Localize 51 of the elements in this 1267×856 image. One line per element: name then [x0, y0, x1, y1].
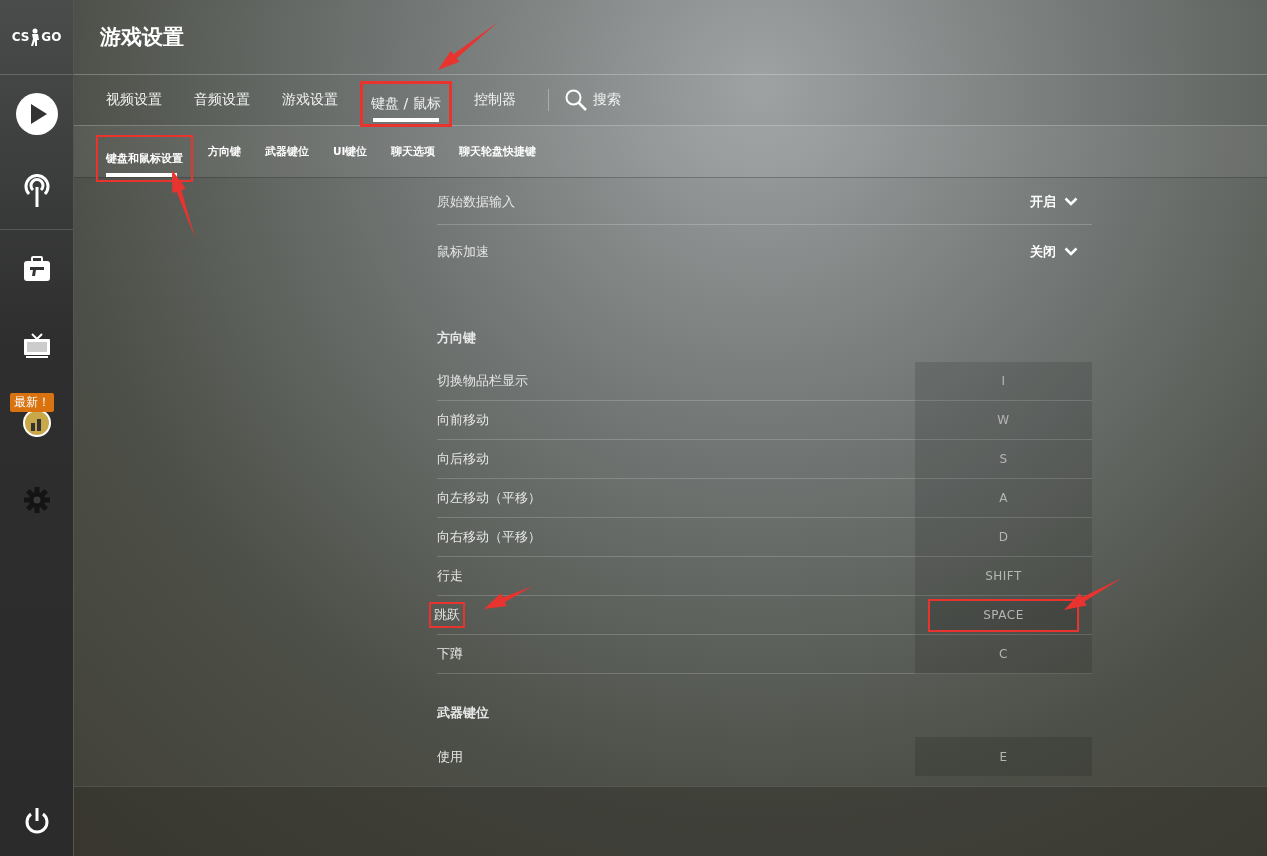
key-binding[interactable]: A [915, 478, 1092, 518]
section-heading: 武器键位 [437, 704, 489, 722]
briefcase-icon[interactable] [22, 255, 51, 282]
subcategory-tab[interactable]: UI键位 [324, 126, 377, 177]
setting-label: 鼠标加速 [437, 243, 489, 261]
subcategory-tab[interactable]: 聊天轮盘快捷键 [450, 126, 546, 177]
key-binding[interactable]: SPACE [928, 598, 1079, 632]
settings-tab[interactable]: 视频设置 [96, 75, 172, 125]
chevron-down-icon [1064, 247, 1078, 257]
soldier-icon [30, 28, 41, 46]
search-button[interactable]: 搜索 [564, 75, 621, 125]
key-binding[interactable]: SHIFT [915, 556, 1092, 596]
annotation-arrow [172, 170, 195, 238]
setting-label: 向左移动（平移） [437, 489, 541, 507]
settings-tab[interactable]: 键盘 / 鼠标 [360, 81, 452, 127]
setting-label: 向右移动（平移） [437, 528, 541, 546]
annotation-arrow [484, 586, 533, 609]
new-badge: 最新！ [10, 393, 54, 412]
settings-tab[interactable]: 控制器 [463, 75, 526, 125]
logo-text: GO [41, 30, 62, 44]
setting-label: 向后移动 [437, 450, 489, 468]
subcategory-tab[interactable]: 武器键位 [256, 126, 318, 177]
page-title: 游戏设置 [100, 24, 184, 51]
key-binding[interactable]: S [915, 439, 1092, 479]
setting-label: 向前移动 [437, 411, 489, 429]
key-binding[interactable]: I [915, 361, 1092, 401]
setting-label: 下蹲 [437, 645, 463, 663]
setting-dropdown[interactable]: 关闭 [1030, 243, 1092, 261]
antenna-icon[interactable] [22, 173, 51, 208]
setting-label: 行走 [437, 567, 463, 585]
play-icon[interactable] [14, 91, 59, 136]
key-binding[interactable]: C [915, 634, 1092, 674]
settings-tab[interactable]: 音频设置 [184, 75, 260, 125]
settings-tab[interactable]: 游戏设置 [272, 75, 348, 125]
subcategory-tab[interactable]: 方向键 [199, 126, 250, 177]
setting-dropdown[interactable]: 开启 [1030, 193, 1092, 211]
logo-text: CS [11, 30, 30, 44]
subcategory-tab[interactable]: 聊天选项 [382, 126, 445, 177]
annotation-arrow [1064, 578, 1122, 610]
key-binding[interactable]: W [915, 400, 1092, 440]
setting-label: 使用 [437, 747, 463, 766]
setting-label: 跳跃 [429, 602, 465, 628]
setting-label: 切换物品栏显示 [437, 372, 528, 390]
key-binding[interactable]: E [915, 737, 1092, 776]
section-heading: 方向键 [437, 329, 476, 347]
subcategory-tab[interactable]: 键盘和鼠标设置 [96, 135, 193, 182]
chevron-down-icon [1064, 197, 1078, 207]
tv-icon[interactable] [22, 332, 51, 359]
setting-label: 原始数据输入 [437, 193, 515, 211]
key-binding[interactable]: D [915, 517, 1092, 557]
search-icon [564, 89, 587, 111]
